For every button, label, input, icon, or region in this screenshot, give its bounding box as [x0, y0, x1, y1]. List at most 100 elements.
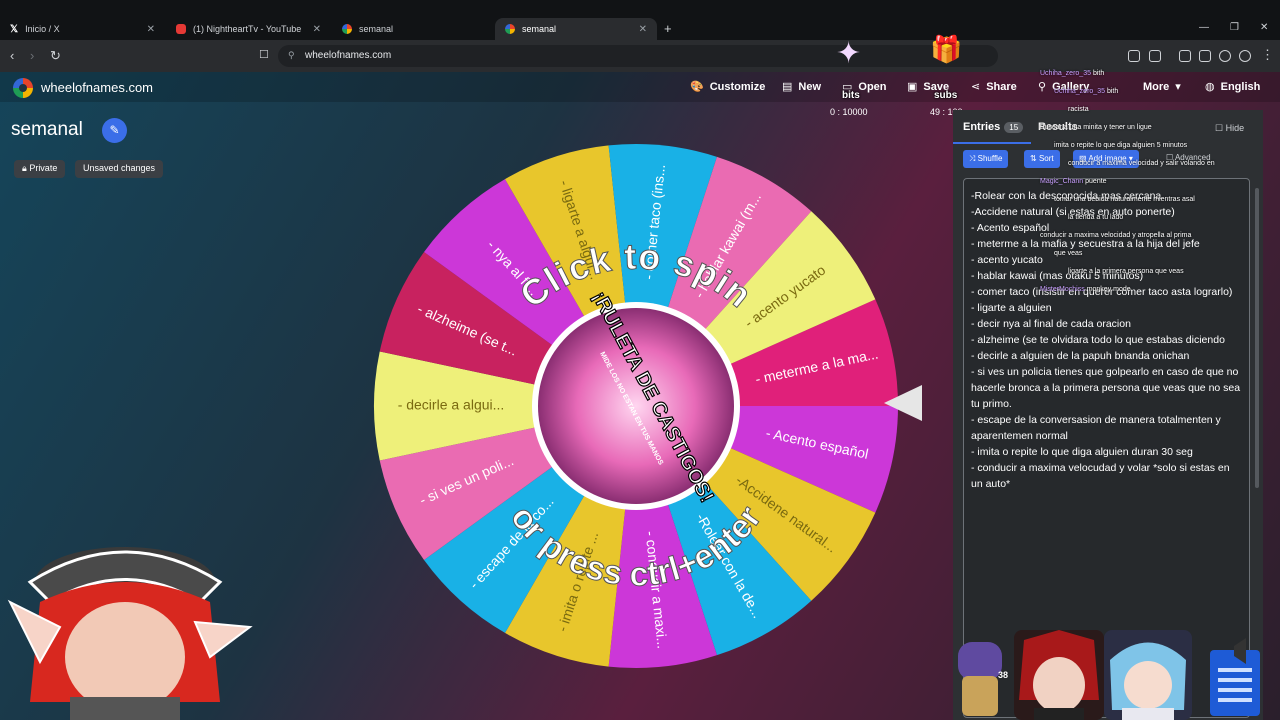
gift-icon: 🎁 [930, 34, 963, 64]
palette-icon: 🎨 [690, 81, 704, 93]
menu-icon[interactable]: ⋮ [1261, 47, 1274, 63]
browser-tab[interactable]: semanal [332, 18, 492, 40]
search-icon: ⚲ [1038, 81, 1047, 93]
chat-message: conducir a maxima velocidad y atropella … [1040, 232, 1191, 239]
shuffle-label: Shuffle [977, 154, 1003, 163]
tab-title: (1) NightheartTv - YouTube [193, 24, 302, 34]
minimize-icon[interactable]: — [1199, 22, 1209, 33]
chat-message: Uchiha_zero_35 bith [1054, 88, 1118, 95]
unsaved-label: Unsaved changes [83, 163, 156, 173]
youtube-icon [176, 24, 186, 34]
subs-label: subs [934, 90, 958, 101]
back-icon[interactable]: ‹ [10, 48, 14, 63]
chat-text: conducir a maxima velocidad y salir vola… [1068, 160, 1215, 167]
browser-tab[interactable]: 𝕏 Inicio / X ✕ [0, 18, 165, 40]
wheelofnames-logo-icon[interactable] [13, 78, 33, 98]
wheel[interactable]: - meterme a la ma...- Acento español-Acc… [370, 140, 902, 672]
chat-username: Uchiha_zero_35 [1040, 70, 1093, 77]
small-number: 38 [998, 670, 1009, 680]
share-label: Share [986, 80, 1017, 93]
character-avatar [1014, 630, 1104, 720]
chat-username: MisterMochiss [1040, 286, 1087, 293]
language-label: English [1220, 80, 1261, 93]
wheel-segment-label: - decirle a algui... [398, 397, 505, 413]
chat-message: imita o repite lo que diga alguien 5 min… [1054, 142, 1187, 149]
close-tab-icon[interactable]: ✕ [313, 24, 321, 35]
chat-text: la tienda a tu lado [1068, 214, 1124, 221]
chat-message: tomar una bebida naturalmente mientras a… [1054, 196, 1195, 203]
more-label: More [1143, 80, 1170, 93]
extension-icon[interactable] [1149, 50, 1161, 62]
chat-message: MisterMochiss monkey mode [1040, 286, 1131, 293]
extension-icon[interactable] [1128, 50, 1140, 62]
more-button[interactable]: More ▾ [1143, 80, 1181, 94]
chat-text: bith [1106, 88, 1119, 95]
site-info-icon[interactable]: ⚲ [288, 50, 295, 61]
chat-username: Uchiha_zero_35 [1054, 88, 1107, 95]
tab-title: semanal [522, 24, 557, 34]
new-tab-icon[interactable]: + [664, 21, 672, 36]
wheel-favicon-icon [505, 24, 515, 34]
url-text: wheelofnames.com [305, 50, 392, 61]
chat-text: ligarte a la primera persona que veas [1068, 268, 1184, 275]
chat-message: conducir a maxima velocidad y salir vola… [1068, 160, 1215, 167]
entry-line: - escape de la conversasion de manera to… [971, 414, 1221, 442]
entry-line: - acento yucato [971, 254, 1043, 266]
close-tab-icon[interactable]: ✕ [639, 24, 647, 35]
close-tab-icon[interactable]: ✕ [147, 24, 155, 35]
scrollbar[interactable] [1255, 188, 1259, 488]
entry-line: - conducir a maxima velocudad y volar *s… [971, 462, 1230, 490]
chat-message: Uchiha_zero_35 bith [1040, 70, 1104, 77]
hide-checkbox[interactable]: ☐ Hide [1215, 123, 1244, 134]
globe-icon: ◍ [1205, 81, 1215, 93]
wheel-app: wheelofnames.com 🎨 Customize ▤ New ▭ Ope… [0, 34, 1280, 720]
edit-title-button[interactable]: ✎ [102, 118, 127, 143]
private-chip[interactable]: 🔒︎ Private [14, 160, 66, 178]
wallet-icon[interactable] [1199, 50, 1211, 62]
browser-tab-active[interactable]: semanal ✕ [495, 18, 657, 40]
lock-icon: 🔒︎ [22, 163, 27, 173]
chat-username: Magic_Chann [1040, 178, 1086, 185]
chat-text: tomar una bebida naturalmente mientras a… [1054, 196, 1195, 203]
chat-text: imita o repite lo que diga alguien 5 min… [1054, 142, 1188, 149]
chevron-down-icon: ▾ [1175, 81, 1181, 93]
chat-text: monkey mode [1086, 286, 1131, 293]
new-button[interactable]: ▤ New [782, 80, 821, 94]
close-window-icon[interactable]: ✕ [1260, 22, 1268, 33]
tab-entries[interactable]: Entries 15 [952, 121, 1032, 144]
speaker-document-icon [1210, 638, 1260, 716]
reload-icon[interactable]: ↻ [50, 48, 61, 64]
chat-text: Buscar a una minita y tener un ligue [1040, 124, 1152, 131]
site-name[interactable]: wheelofnames.com [41, 80, 153, 95]
shuffle-button[interactable]: ⤨ Shuffle [963, 150, 1009, 168]
chat-message: ligarte a la primera persona que veas [1068, 268, 1184, 275]
chat-text: bith [1092, 70, 1105, 77]
chat-text: conducir a maxima velocidad y atropella … [1040, 232, 1192, 239]
entry-line: - decirle a alguien de la papuh bnanda o… [971, 350, 1190, 362]
chat-text: puente [1085, 178, 1107, 185]
pencil-icon: ✎ [109, 123, 120, 137]
sort-button[interactable]: ⇅ Sort [1024, 150, 1060, 168]
customize-button[interactable]: 🎨 Customize [690, 80, 765, 94]
entry-line: - si ves un policia tienes que golpearlo… [971, 366, 1241, 410]
language-button[interactable]: ◍ English [1205, 80, 1261, 94]
sidebar-icon[interactable] [1179, 50, 1191, 62]
x-logo-icon: 𝕏 [10, 23, 19, 35]
chat-text: que veas [1054, 250, 1083, 257]
extension-icon[interactable] [1219, 50, 1231, 62]
shield-icon[interactable] [1239, 50, 1251, 62]
url-bar[interactable]: ⚲ wheelofnames.com [278, 45, 998, 67]
chat-message: Buscar a una minita y tener un ligue [1040, 124, 1152, 131]
chat-message: la tienda a tu lado [1068, 214, 1123, 221]
character-avatar [1104, 630, 1192, 720]
bookmark-icon[interactable]: ☐ [259, 48, 269, 61]
chat-message: Magic_Chann puente [1040, 178, 1107, 185]
share-icon: ⋖ [971, 81, 981, 93]
maximize-icon[interactable]: ❐ [1230, 22, 1239, 33]
browser-toolbar: ‹ › ↻ ☐ ⚲ wheelofnames.com ⋮ [0, 40, 1280, 72]
browser-tab[interactable]: (1) NightheartTv - YouTube ✕ [166, 18, 331, 40]
share-button[interactable]: ⋖ Share [971, 80, 1017, 94]
tab-entries-label: Entries [963, 121, 1001, 133]
forward-icon[interactable]: › [30, 48, 34, 63]
chat-message: racista [1068, 106, 1089, 113]
